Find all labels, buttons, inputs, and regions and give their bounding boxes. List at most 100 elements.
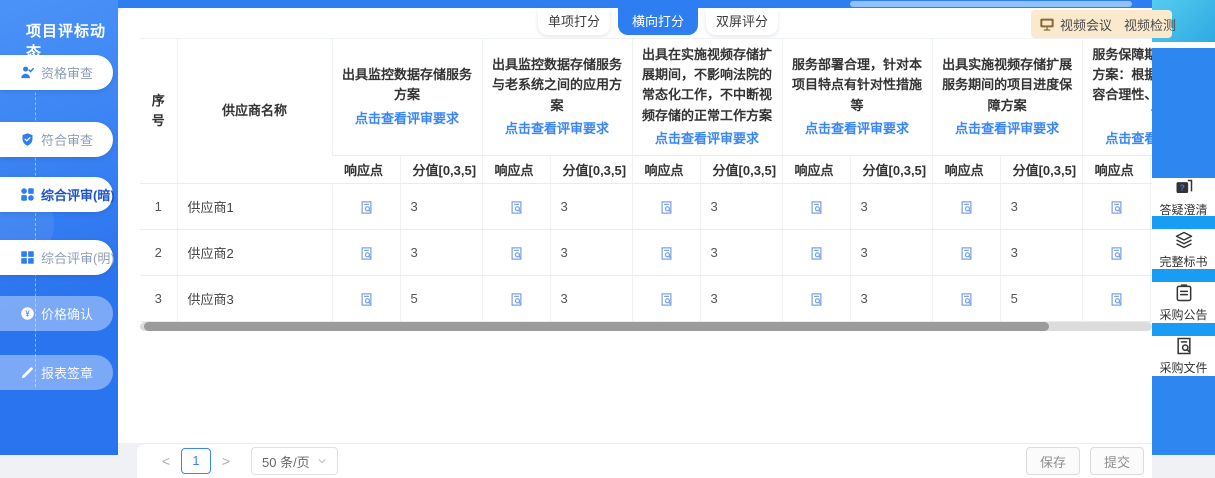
prev-page-button[interactable]: < xyxy=(155,453,177,469)
svg-text:?: ? xyxy=(1179,183,1184,193)
response-cell xyxy=(932,276,1000,322)
response-cell xyxy=(1082,184,1150,230)
sidebar-item-report-sign[interactable]: 报表签章 xyxy=(0,355,113,390)
grid-squares-icon xyxy=(20,250,35,265)
tab-dual-screen-scoring[interactable]: 双屏评分 xyxy=(706,8,778,35)
doc-search-icon[interactable] xyxy=(509,200,524,215)
response-cell xyxy=(782,230,850,276)
doc-search-icon[interactable] xyxy=(1109,292,1124,307)
view-review-requirement-link[interactable]: 点击查看评审要求 xyxy=(791,119,924,139)
score-cell: 3 xyxy=(1000,184,1082,230)
sidebar-item-qualification-review[interactable]: 资格审查 xyxy=(0,55,113,90)
row-index-cell: 3 xyxy=(140,276,177,322)
question-bubble-icon: ? xyxy=(1174,178,1194,198)
doc-search-icon[interactable] xyxy=(809,292,824,307)
view-review-requirement-link[interactable]: 点击查看评审要求 xyxy=(1091,129,1152,149)
rail-item-label: 采购文件 xyxy=(1159,359,1207,376)
score-cell: 3 xyxy=(850,184,932,230)
sidebar-item-comprehensive-review-blind[interactable]: 综合评审(暗) xyxy=(0,177,113,212)
rail-item-procurement-doc[interactable]: 采购文件 xyxy=(1152,336,1215,376)
response-cell xyxy=(782,276,850,322)
row-index-cell: 1 xyxy=(140,184,177,230)
sidebar-item-label: 综合评审(明) xyxy=(41,248,115,267)
doc-search-icon[interactable] xyxy=(509,292,524,307)
form-actions: 保存 提交 xyxy=(1016,447,1144,475)
scrollbar-thumb[interactable] xyxy=(144,322,1049,331)
doc-search-icon[interactable] xyxy=(809,200,824,215)
view-review-requirement-link[interactable]: 点击查看评审要求 xyxy=(491,119,624,139)
score-tabs: 单项打分 横向打分 双屏评分 xyxy=(534,8,782,36)
score-cell: 3 xyxy=(400,184,482,230)
doc-search-icon[interactable] xyxy=(959,200,974,215)
view-review-requirement-link[interactable]: 点击查看评审要求 xyxy=(341,109,474,129)
doc-search-icon[interactable] xyxy=(359,292,374,307)
tab-label: 双屏评分 xyxy=(716,14,768,29)
response-cell xyxy=(482,276,550,322)
doc-search-icon[interactable] xyxy=(809,246,824,261)
layers-icon xyxy=(1174,230,1194,250)
doc-search-icon[interactable] xyxy=(659,292,674,307)
view-review-requirement-link[interactable]: 点击查看评审要求 xyxy=(941,119,1074,139)
rail-item-complete-bid[interactable]: 完整标书 xyxy=(1152,230,1215,270)
doc-search-icon[interactable] xyxy=(359,200,374,215)
sidebar-item-label: 价格确认 xyxy=(41,304,93,323)
doc-search-icon[interactable] xyxy=(1109,200,1124,215)
sidebar-item-conformity-review[interactable]: 符合审查 xyxy=(0,122,113,157)
score-cell: 3 xyxy=(700,184,782,230)
tab-label: 横向打分 xyxy=(632,14,684,29)
score-cell: 5 xyxy=(1000,276,1082,322)
view-review-requirement-link[interactable]: 点击查看评审要求 xyxy=(641,129,774,149)
bottom-bar: < 1 > 50 条/页 保存 提交 xyxy=(137,443,1152,478)
sidebar-item-label: 报表签章 xyxy=(41,363,93,382)
table-row: 2供应商2333335 xyxy=(140,230,1152,276)
rail-item-label: 采购公告 xyxy=(1159,306,1207,323)
score-cell: 3 xyxy=(550,184,632,230)
doc-search-icon[interactable] xyxy=(509,246,524,261)
response-cell xyxy=(482,184,550,230)
subheader-response: 响应点 xyxy=(332,156,400,184)
score-cell: 3 xyxy=(550,230,632,276)
criteria-text: 出具在实施视频存储扩展期间，不影响法院的常态化工作，不中断视频存储的正常工作方案 xyxy=(641,45,774,126)
tab-single-scoring[interactable]: 单项打分 xyxy=(538,8,610,35)
tab-horizontal-scoring[interactable]: 横向打分 xyxy=(618,8,698,35)
rail-divider xyxy=(1152,269,1215,282)
save-button[interactable]: 保存 xyxy=(1026,447,1080,475)
sidebar-item-label: 符合审查 xyxy=(41,130,93,149)
doc-search-icon xyxy=(1174,336,1194,356)
sidebar-item-price-confirm[interactable]: ¥价格确认 xyxy=(0,296,113,331)
page-size-value: 50 条/页 xyxy=(262,452,310,471)
doc-search-icon[interactable] xyxy=(1109,246,1124,261)
response-cell xyxy=(632,276,700,322)
score-cell: 3 xyxy=(850,230,932,276)
rail-item-qa-clarification[interactable]: ?答疑澄清 xyxy=(1152,178,1215,218)
sidebar-item-comprehensive-review-open[interactable]: 综合评审(明) xyxy=(0,240,113,275)
doc-search-icon[interactable] xyxy=(959,246,974,261)
rail-block-top xyxy=(1152,48,1215,178)
response-cell xyxy=(632,230,700,276)
doc-search-icon[interactable] xyxy=(359,246,374,261)
video-meeting-button[interactable]: 视频会议 xyxy=(1060,15,1112,34)
page-number[interactable]: 1 xyxy=(181,448,211,474)
evaluation-table: 序号供应商名称出具监控数据存储服务方案点击查看评审要求出具监控数据存储服务与老系… xyxy=(140,38,1152,322)
doc-search-icon[interactable] xyxy=(659,246,674,261)
score-cell: 3 xyxy=(850,276,932,322)
response-cell xyxy=(332,230,400,276)
subheader-score: 分值[0,3,5] xyxy=(400,156,482,184)
rail-item-procurement-notice[interactable]: 采购公告 xyxy=(1152,283,1215,323)
grid-dots-icon xyxy=(20,187,35,202)
doc-search-icon[interactable] xyxy=(659,200,674,215)
page-size-select[interactable]: 50 条/页 xyxy=(251,447,338,475)
response-cell xyxy=(632,184,700,230)
criteria-text: 出具监控数据存储服务方案 xyxy=(341,65,474,105)
subheader-response: 响应点 xyxy=(782,156,850,184)
score-cell: 3 xyxy=(1000,230,1082,276)
next-page-button[interactable]: > xyxy=(215,453,237,469)
video-check-button[interactable]: 视频检测 xyxy=(1124,15,1176,34)
clipboard-icon xyxy=(1174,283,1194,303)
horizontal-scrollbar[interactable] xyxy=(140,322,1152,331)
criteria-text: 出具监控数据存储服务与老系统之间的应用方案 xyxy=(491,55,624,115)
submit-button[interactable]: 提交 xyxy=(1090,447,1144,475)
subheader-score: 分值[0,3,5] xyxy=(700,156,782,184)
table-row: 1供应商1333335 xyxy=(140,184,1152,230)
doc-search-icon[interactable] xyxy=(959,292,974,307)
